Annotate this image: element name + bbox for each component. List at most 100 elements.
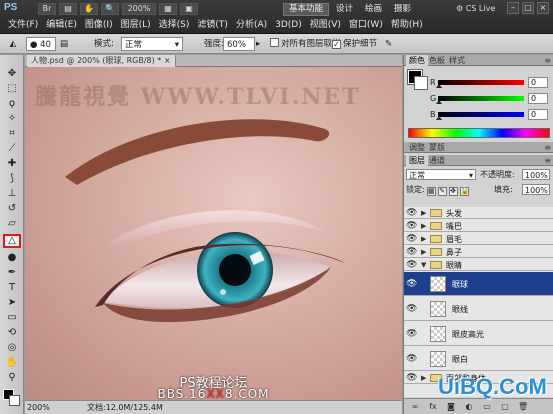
opacity-input[interactable]: 100% xyxy=(522,169,550,180)
menu-file[interactable]: 文件(F) xyxy=(4,18,42,33)
blue-track[interactable] xyxy=(438,112,524,117)
fill-input[interactable]: 100% xyxy=(522,184,550,195)
menu-analysis[interactable]: 分析(A) xyxy=(232,18,271,33)
sharpen-icon[interactable]: △ xyxy=(3,234,21,248)
document-tab[interactable]: 人物.psd @ 200% (眼球, RGB/8) * × xyxy=(27,55,176,67)
red-handle[interactable] xyxy=(436,84,442,88)
lock-all-icon[interactable]: 🔒 xyxy=(459,187,469,196)
dodge-icon[interactable]: ● xyxy=(3,251,21,265)
history-brush-icon[interactable]: ↺ xyxy=(3,202,21,216)
lock-position-icon[interactable]: ✥ xyxy=(448,187,458,196)
protect-detail-checkbox[interactable]: ✓ xyxy=(332,40,341,49)
eye-icon[interactable]: 👁 xyxy=(406,221,417,231)
eye-icon[interactable]: 👁 xyxy=(406,279,417,289)
layer-row[interactable]: 👁 眼皮高光 xyxy=(404,322,553,346)
mode-select[interactable]: 正常 ▾ xyxy=(121,37,183,51)
screen-mode-button[interactable]: ▣ xyxy=(180,3,198,15)
mini-bridge-button[interactable]: ▤ xyxy=(59,3,77,15)
add-mask-icon[interactable]: ◙ xyxy=(446,402,456,412)
sample-all-layers-checkbox[interactable] xyxy=(270,38,279,47)
hand-tool-shortcut[interactable]: ✋ xyxy=(80,3,98,15)
eye-icon[interactable]: 👁 xyxy=(406,354,417,364)
eraser-icon[interactable]: ▱ xyxy=(3,217,21,231)
menu-image[interactable]: 图像(I) xyxy=(81,18,117,33)
expand-arrow-icon[interactable]: ▶ xyxy=(421,235,426,243)
layer-row[interactable]: 👁 ▶ 鼻子 xyxy=(404,246,553,258)
menu-window[interactable]: 窗口(W) xyxy=(345,18,387,33)
adjustment-layer-icon[interactable]: ◐ xyxy=(464,402,474,412)
type-icon[interactable]: T xyxy=(3,281,21,295)
background-color-swatch[interactable] xyxy=(9,395,20,406)
path-select-icon[interactable]: ➤ xyxy=(3,296,21,310)
eye-icon[interactable]: 👁 xyxy=(406,304,417,314)
pen-icon[interactable]: ✒ xyxy=(3,266,21,280)
strength-input[interactable]: 60% xyxy=(223,37,255,51)
close-icon[interactable]: × xyxy=(537,2,549,14)
tab-masks[interactable]: 蒙版 xyxy=(426,142,448,153)
menu-select[interactable]: 选择(S) xyxy=(155,18,194,33)
zoom-icon[interactable]: ⚲ xyxy=(3,371,21,385)
3d-orbit-icon[interactable]: ◎ xyxy=(3,341,21,355)
panel-menu-icon[interactable]: ≡ xyxy=(544,55,551,66)
color-panel-background[interactable] xyxy=(414,76,428,90)
expand-arrow-icon[interactable]: ▶ xyxy=(421,248,426,256)
maximize-icon[interactable]: □ xyxy=(522,2,534,14)
layer-row-selected[interactable]: 👁 眼球 xyxy=(404,272,553,296)
layer-row[interactable]: 👁 ▼ 眼睛 xyxy=(404,259,553,271)
shape-icon[interactable]: ▭ xyxy=(3,311,21,325)
menu-help[interactable]: 帮助(H) xyxy=(387,18,427,33)
bridge-button[interactable]: Br xyxy=(38,3,56,15)
delete-layer-icon[interactable]: 🗑 xyxy=(518,402,528,412)
blend-mode-select[interactable]: 正常 ▾ xyxy=(406,169,476,180)
blue-slider[interactable]: B 0 xyxy=(430,109,552,120)
layer-row[interactable]: 👁 眼线 xyxy=(404,297,553,321)
sample-all-layers-option[interactable]: 对所有图层取样 xyxy=(270,37,341,51)
eye-icon[interactable]: 👁 xyxy=(406,260,417,270)
red-value[interactable]: 0 xyxy=(528,77,548,88)
green-value[interactable]: 0 xyxy=(528,93,548,104)
tab-channels[interactable]: 通道 xyxy=(426,155,448,166)
expand-arrow-icon[interactable]: ▶ xyxy=(421,209,426,217)
green-handle[interactable] xyxy=(436,100,442,104)
new-layer-icon[interactable]: ▢ xyxy=(500,402,510,412)
color-spectrum[interactable] xyxy=(408,128,550,138)
layer-row[interactable]: 👁 眼白 xyxy=(404,347,553,371)
lasso-icon[interactable]: ϙ xyxy=(3,97,21,111)
move-icon[interactable]: ✥ xyxy=(3,67,21,81)
layer-row[interactable]: 👁 ▶ 嘴巴 xyxy=(404,220,553,232)
quick-select-icon[interactable]: ✧ xyxy=(3,112,21,126)
lock-transparent-icon[interactable]: ▦ xyxy=(426,187,436,196)
green-track[interactable] xyxy=(438,96,524,101)
menu-3d[interactable]: 3D(D) xyxy=(271,18,306,33)
red-slider[interactable]: R 0 xyxy=(430,77,552,88)
layers-panel-menu-icon[interactable]: ≡ xyxy=(544,155,551,166)
eyedropper-icon[interactable]: ⟋ xyxy=(3,142,21,156)
crop-icon[interactable]: ⌗ xyxy=(3,127,21,141)
tab-color[interactable]: 颜色 xyxy=(406,55,428,66)
eye-icon[interactable]: 👁 xyxy=(406,234,417,244)
marquee-icon[interactable]: ⬚ xyxy=(3,82,21,96)
blue-value[interactable]: 0 xyxy=(528,109,548,120)
arrange-documents-button[interactable]: ▦ xyxy=(159,3,177,15)
link-layers-icon[interactable]: ∞ xyxy=(410,402,420,412)
3d-rotate-icon[interactable]: ⟲ xyxy=(3,326,21,340)
tab-adjustments[interactable]: 调整 xyxy=(406,142,428,153)
green-slider[interactable]: G 0 xyxy=(430,93,552,104)
menu-edit[interactable]: 编辑(E) xyxy=(42,18,81,33)
zoom-tool-shortcut[interactable]: 🔍 xyxy=(101,3,119,15)
clone-stamp-icon[interactable]: ⊥ xyxy=(3,187,21,201)
brush-icon[interactable]: ⟆ xyxy=(3,172,21,186)
protect-detail-option[interactable]: ✓ 保护细节 xyxy=(332,37,377,51)
lock-pixels-icon[interactable]: ✎ xyxy=(437,187,447,196)
menu-layer[interactable]: 图层(L) xyxy=(117,18,155,33)
status-zoom[interactable]: 200% xyxy=(27,401,50,414)
hand-icon[interactable]: ✋ xyxy=(3,356,21,370)
expand-arrow-icon[interactable]: ▶ xyxy=(421,374,426,382)
workspace-essentials[interactable]: 基本功能 xyxy=(283,3,330,16)
layer-row[interactable]: 👁 ▶ 眉毛 xyxy=(404,233,553,245)
tab-styles[interactable]: 样式 xyxy=(446,55,468,66)
strength-dropdown-icon[interactable]: ▸ xyxy=(256,37,260,51)
eye-icon[interactable]: 👁 xyxy=(406,208,417,218)
cs-live-button[interactable]: ⚙ CS Live xyxy=(456,2,495,16)
zoom-select[interactable]: 200% xyxy=(122,3,156,15)
